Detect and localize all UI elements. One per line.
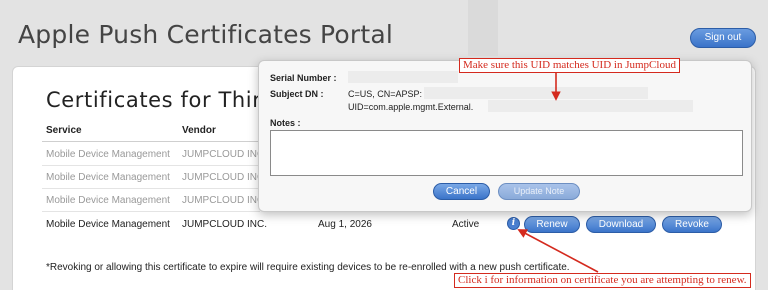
redacted-serial: [348, 71, 458, 83]
subject-dn-line-1: C=US, CN=APSP:: [348, 89, 423, 99]
column-header-service: Service: [46, 125, 82, 136]
row-2-service: Mobile Device Management: [46, 172, 170, 183]
serial-number-label: Serial Number :: [270, 73, 337, 83]
renew-button[interactable]: Renew: [524, 216, 580, 233]
row-1-service: Mobile Device Management: [46, 149, 170, 160]
row-divider: [42, 211, 260, 212]
row-divider: [42, 188, 260, 189]
notes-textarea[interactable]: [270, 130, 743, 176]
sign-out-button[interactable]: Sign out: [690, 28, 756, 48]
row-4-vendor: JUMPCLOUD INC.: [182, 219, 268, 230]
row-4-expiration: Aug 1, 2026: [318, 219, 372, 230]
redacted-uid: [488, 100, 693, 112]
row-4-service: Mobile Device Management: [46, 219, 170, 230]
subject-dn-line-2: UID=com.apple.mgmt.External.: [348, 102, 474, 112]
app-title: Apple Push Certificates Portal: [18, 20, 394, 49]
info-callout: Click i for information on certificate y…: [454, 273, 751, 288]
uid-callout: Make sure this UID matches UID in JumpCl…: [459, 58, 680, 73]
notes-label: Notes :: [270, 118, 301, 128]
download-button[interactable]: Download: [586, 216, 656, 233]
row-4-status: Active: [452, 219, 480, 230]
row-3-service: Mobile Device Management: [46, 195, 170, 206]
subject-dn-label: Subject DN :: [270, 89, 324, 99]
update-note-button[interactable]: Update Note: [498, 183, 580, 200]
cancel-button[interactable]: Cancel: [433, 183, 490, 200]
row-1-vendor: JUMPCLOUD INC.: [182, 149, 268, 160]
revoke-button[interactable]: Revoke: [662, 216, 722, 233]
column-header-vendor: Vendor: [182, 125, 216, 136]
redacted-subject: [424, 87, 648, 99]
row-divider: [42, 165, 260, 166]
footnote: *Revoking or allowing this certificate t…: [46, 262, 570, 273]
row-3-vendor: JUMPCLOUD INC.: [182, 195, 268, 206]
redacted-area: [468, 0, 498, 56]
row-2-vendor: JUMPCLOUD INC.: [182, 172, 268, 183]
info-icon[interactable]: i: [507, 217, 520, 230]
